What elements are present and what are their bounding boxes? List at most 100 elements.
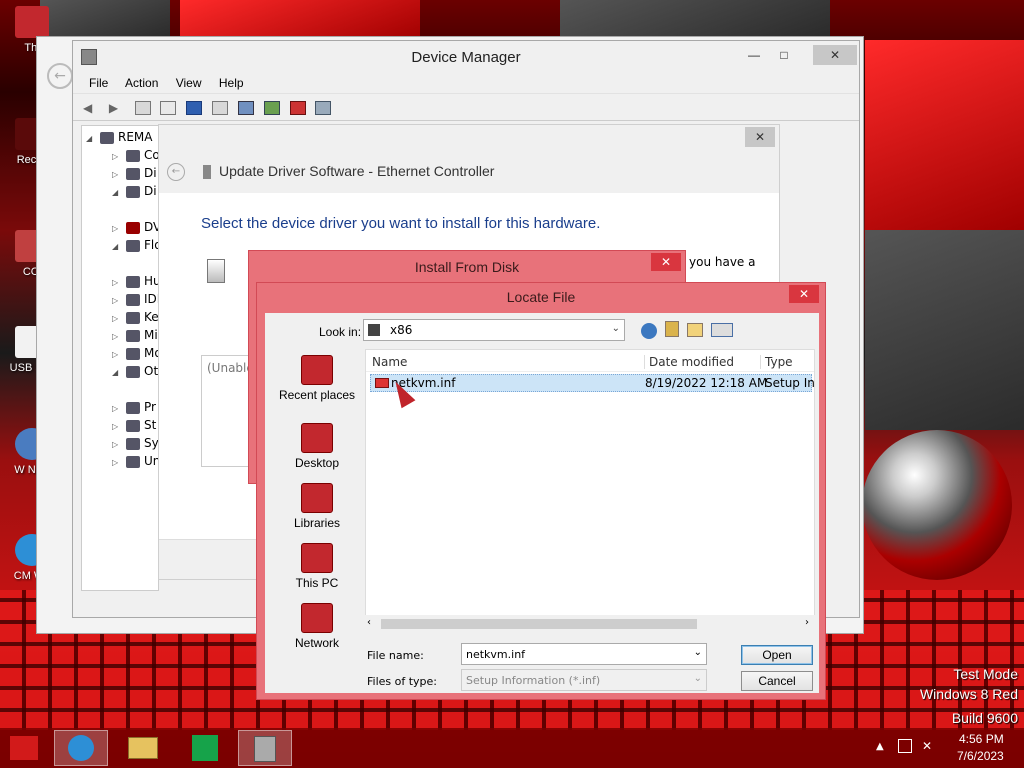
back-icon[interactable] — [641, 323, 657, 339]
chevron-down-icon[interactable]: ⌄ — [694, 647, 702, 658]
file-date: 8/19/2022 12:18 AM — [645, 376, 768, 390]
place-desktop[interactable]: Desktop — [267, 423, 367, 470]
place-recent[interactable]: Recent places — [267, 355, 367, 402]
file-type: Setup Infc — [765, 376, 815, 390]
tree-item[interactable]: ◢Flo — [112, 236, 158, 254]
close-icon[interactable]: ✕ — [789, 285, 819, 303]
update-driver-heading: Select the device driver you want to ins… — [201, 215, 601, 232]
view-menu-icon[interactable] — [711, 323, 733, 337]
device-icon — [126, 149, 140, 162]
usb-icon — [126, 455, 140, 468]
device-manager-titlebar[interactable]: Device Manager — □ ✕ — [73, 41, 859, 73]
close-icon[interactable]: ✕ — [813, 45, 857, 65]
taskbar-store[interactable] — [178, 730, 232, 766]
file-row[interactable]: netkvm.inf 8/19/2022 12:18 AM Setup Infc — [370, 374, 815, 392]
show-hidden-icons-icon[interactable]: ▲ — [876, 741, 884, 752]
sort-chevron-icon: ^ — [496, 349, 503, 355]
back-arrow-icon[interactable]: ← — [47, 63, 73, 89]
menu-view[interactable]: View — [176, 76, 202, 90]
tree-item[interactable]: ▷ St — [112, 416, 156, 434]
file-name-combobox[interactable]: netkvm.inf ⌄ — [461, 643, 707, 665]
update-driver-title: Update Driver Software - Ethernet Contro… — [219, 163, 495, 179]
volume-muted-icon[interactable]: ✕ — [922, 739, 932, 753]
taskbar-explorer[interactable] — [116, 730, 170, 766]
horizontal-scrollbar[interactable]: ‹ › — [365, 615, 815, 633]
files-of-type-dropdown[interactable]: Setup Information (*.inf) ⌄ — [461, 669, 707, 691]
build-watermark: Build 9600 — [951, 710, 1018, 726]
this-pc-icon — [15, 6, 49, 38]
minimize-icon[interactable]: — — [739, 45, 769, 65]
tree-item[interactable]: ▷Mo — [112, 344, 158, 362]
places-bar: Recent places Desktop Libraries This PC … — [267, 349, 367, 650]
column-date-modified[interactable]: Date modified — [644, 355, 734, 369]
new-folder-icon[interactable] — [687, 323, 703, 337]
tree-item[interactable]: ◢ Di — [112, 182, 157, 200]
tree-item[interactable]: ▷ Pr — [112, 398, 156, 416]
look-in-dropdown[interactable]: x86 ⌄ — [363, 319, 625, 341]
device-manager-app-icon — [81, 49, 97, 65]
back-icon[interactable]: ◀ — [83, 101, 99, 115]
test-mode-watermark: Test Mode — [953, 666, 1018, 682]
tree-item[interactable]: ▷ Mi — [112, 326, 158, 344]
update-driver-titlebar[interactable]: ✕ — [159, 125, 779, 149]
uninstall-icon[interactable] — [289, 100, 306, 115]
properties-icon[interactable] — [134, 100, 151, 115]
tree-item[interactable]: ▷ Di — [112, 164, 157, 182]
menu-action[interactable]: Action — [125, 76, 158, 90]
network-icon — [301, 603, 333, 633]
menu-file[interactable]: File — [89, 76, 108, 90]
device-icon — [126, 185, 140, 198]
clock-date[interactable]: 7/6/2023 — [957, 749, 1004, 763]
tree-item[interactable]: ▷ Ke — [112, 308, 158, 326]
details-icon[interactable] — [212, 100, 229, 115]
open-button[interactable]: Open — [741, 645, 813, 665]
device-icon — [126, 239, 140, 252]
scroll-left-icon[interactable]: ‹ — [367, 617, 371, 628]
taskbar: ▲ ✕ 4:56 PM 7/6/2023 — [0, 728, 1024, 768]
clock-time[interactable]: 4:56 PM — [959, 732, 1004, 746]
forward-icon[interactable]: ▶ — [109, 101, 125, 115]
install-from-disk-titlebar[interactable]: Install From Disk ✕ — [249, 251, 685, 281]
menu-help[interactable]: Help — [219, 76, 244, 90]
install-from-disk-title: Install From Disk — [414, 259, 520, 275]
place-libraries[interactable]: Libraries — [267, 483, 367, 530]
tree-item[interactable]: ▷ Un — [112, 452, 158, 470]
tree-root[interactable]: ◢ REMA — [86, 128, 152, 146]
back-arrow-icon[interactable]: ← — [167, 163, 185, 181]
close-icon[interactable]: ✕ — [651, 253, 681, 271]
taskbar-ie[interactable] — [54, 730, 108, 766]
cancel-button[interactable]: Cancel — [741, 671, 813, 691]
update-driver-icon[interactable] — [263, 100, 280, 115]
scroll-right-icon[interactable]: › — [805, 617, 809, 628]
enable-device-icon[interactable] — [315, 100, 332, 115]
list-view-icon[interactable] — [160, 100, 177, 115]
place-network[interactable]: Network — [267, 603, 367, 650]
tree-item[interactable]: ▷ Co — [112, 146, 158, 164]
column-name[interactable]: Name — [372, 355, 407, 369]
file-explorer-icon — [128, 737, 158, 759]
close-icon[interactable]: ✕ — [745, 127, 775, 147]
update-driver-header: ← Update Driver Software - Ethernet Cont… — [159, 149, 779, 193]
maximize-icon[interactable]: □ — [769, 45, 799, 65]
file-list-header: ^ Name Date modified Type — [366, 350, 814, 372]
tree-item[interactable]: ▷ Sy — [112, 434, 158, 452]
place-this-pc[interactable]: This PC — [267, 543, 367, 590]
tree-item[interactable]: ▷ Hu — [112, 272, 158, 290]
column-type[interactable]: Type — [760, 355, 793, 369]
desktop-icon — [301, 423, 333, 453]
tree-item[interactable]: ▷ IDI — [112, 290, 158, 308]
taskbar-device-manager[interactable] — [238, 730, 292, 766]
locate-file-title: Locate File — [506, 289, 576, 305]
device-tree: ◢REMA ▷Co ▷Di ◢Di ▷DV ◢Flo ▷Hu ▷IDI ▷Ke … — [81, 125, 159, 591]
scan-hardware-icon[interactable] — [237, 100, 254, 115]
this-pc-icon — [301, 543, 333, 573]
tree-item[interactable]: ◢ Ot — [112, 362, 158, 380]
start-button[interactable] — [10, 736, 38, 760]
up-folder-icon[interactable] — [665, 321, 679, 337]
locate-file-titlebar[interactable]: Locate File ✕ — [257, 283, 825, 311]
tree-item[interactable]: ▷DV — [112, 218, 158, 236]
help-icon[interactable] — [186, 100, 203, 115]
scrollbar-thumb[interactable] — [381, 619, 697, 629]
device-icon — [126, 437, 140, 450]
network-icon[interactable] — [898, 739, 912, 753]
